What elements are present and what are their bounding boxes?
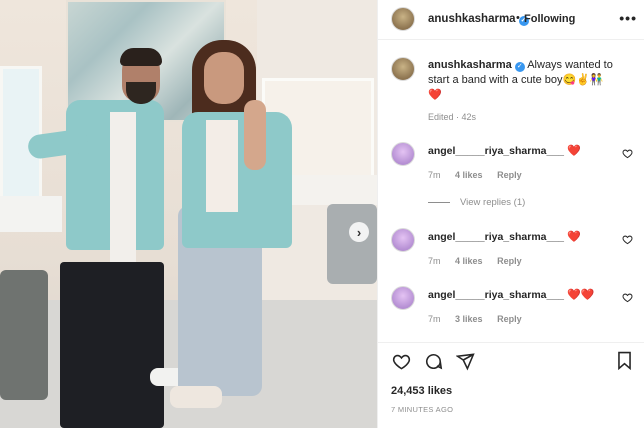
view-replies-label[interactable]: View replies (1) [460,197,525,208]
post-header: anushkasharma ✓ • Following ••• [378,0,644,40]
comment-body: ❤️ [567,231,581,243]
author-avatar[interactable] [391,7,415,31]
comment-likes[interactable]: 3 likes [455,314,483,324]
header-separator: • [516,12,520,24]
replies-divider [428,202,450,203]
view-replies-button[interactable]: View replies (1) [428,197,525,208]
photo-woman-shirt [206,120,238,212]
comment-body: ❤️❤️ [567,289,595,301]
comment-text: angel_____riya_sharma___ ❤️ [428,230,581,243]
comment-meta: 7m 3 likes Reply [428,314,534,324]
caption-meta: Edited · 42s [428,112,477,122]
commenter-username[interactable]: angel_____riya_sharma___ [428,289,564,301]
photo-woman-shoe [170,386,222,408]
commenter-username[interactable]: angel_____riya_sharma___ [428,231,564,243]
photo-woman-arm [244,100,266,170]
commenter-username[interactable]: angel_____riya_sharma___ [428,145,564,157]
commenter-avatar[interactable] [391,286,415,310]
share-icon[interactable] [455,351,475,371]
comment-reply-button[interactable]: Reply [497,170,522,180]
comment-meta: 7m 4 likes Reply [428,170,534,180]
photo-man-legs [60,262,164,428]
heart-outline-icon[interactable] [391,351,411,371]
author-username[interactable]: anushkasharma ✓ [428,13,529,26]
photo-man-shirt [110,112,136,262]
comment-likes[interactable]: 4 likes [455,170,483,180]
post-side-panel: anushkasharma ✓ • Following ••• anushkash… [377,0,644,428]
photo-chair-right [327,204,377,284]
more-options-icon[interactable]: ••• [619,10,637,26]
photo-man-hair [120,48,162,66]
post-actions-bar: 24,453 likes 7 MINUTES AGO [378,342,644,424]
commenter-avatar[interactable] [391,142,415,166]
following-button[interactable]: Following [524,13,575,25]
commenter-avatar[interactable] [391,228,415,252]
likes-count[interactable]: 24,453 likes [391,385,452,397]
comment-time: 7m [428,170,441,180]
post-timestamp[interactable]: 7 MINUTES AGO [391,405,453,414]
post-photo[interactable]: › [0,0,377,428]
caption-avatar[interactable] [391,57,415,81]
carousel-next-button[interactable]: › [349,222,369,242]
comment-icon[interactable] [423,351,443,371]
comment-item: angel_____riya_sharma___ ❤️ 7m 4 likes R… [378,228,644,268]
action-icons [391,351,487,371]
comment-item: angel_____riya_sharma___ ❤️❤️ 7m 3 likes… [378,286,644,326]
author-username-text[interactable]: anushkasharma [428,13,516,25]
caption-heart-emoji: ❤️ [428,89,442,101]
comment-time: 7m [428,256,441,266]
comment-reply-button[interactable]: Reply [497,314,522,324]
photo-desk-right [290,175,377,205]
photo-woman-face [204,52,244,104]
comment-meta: 7m 4 likes Reply [428,256,534,266]
comment-body: ❤️ [567,145,581,157]
comment-text: angel_____riya_sharma___ ❤️ [428,144,581,157]
chevron-right-icon: › [356,224,362,240]
verified-badge-icon: ✓ [514,62,525,72]
comment-item: angel_____riya_sharma___ ❤️ 7m 4 likes R… [378,142,644,182]
comment-likes[interactable]: 4 likes [455,256,483,266]
caption-text-block: anushkasharma ✓ Always wanted to start a … [428,58,628,103]
comment-like-icon[interactable] [622,234,633,248]
bookmark-icon[interactable] [616,351,633,373]
comment-like-icon[interactable] [622,292,633,306]
comment-text: angel_____riya_sharma___ ❤️❤️ [428,288,595,301]
comment-reply-button[interactable]: Reply [497,256,522,266]
photo-desk-left [0,196,62,232]
photo-chair-left [0,270,48,400]
comment-like-icon[interactable] [622,148,633,162]
instagram-post-modal: › anushkasharma ✓ • Following ••• anushka… [0,0,644,428]
caption-username[interactable]: anushkasharma [428,59,512,71]
comment-time: 7m [428,314,441,324]
